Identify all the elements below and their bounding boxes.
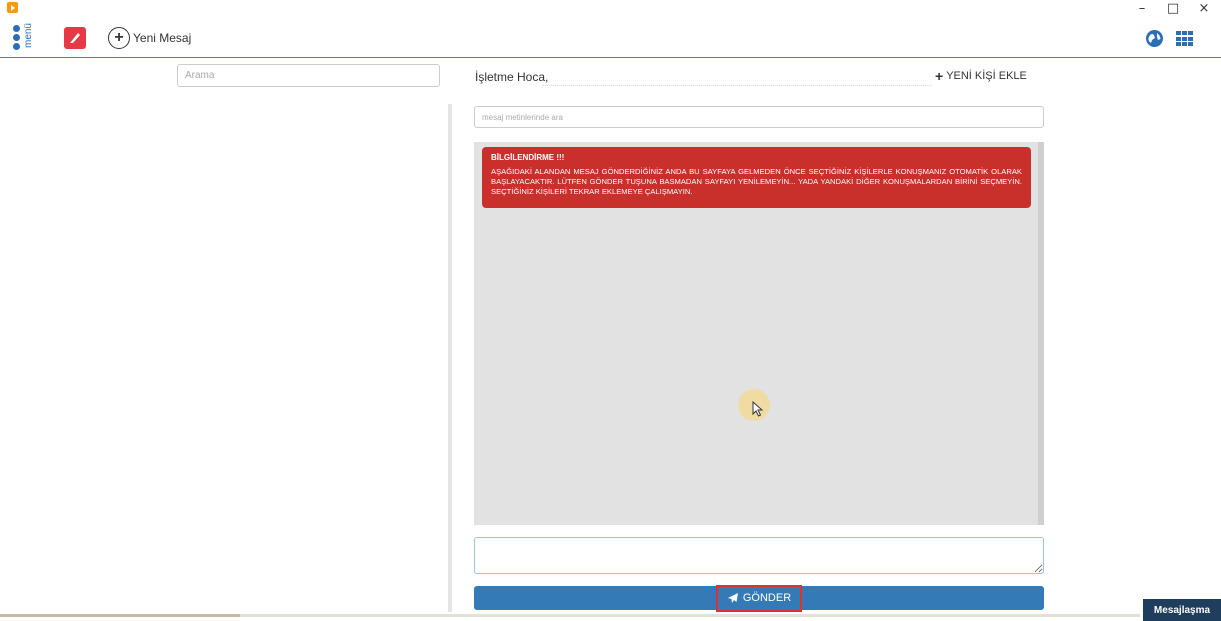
conversation-search-input[interactable] <box>177 64 440 87</box>
top-toolbar: menü + Yeni Mesaj <box>0 18 1221 58</box>
recipient-input-line[interactable] <box>542 85 932 86</box>
plus-icon: + <box>935 68 944 84</box>
plus-circle-icon: + <box>108 27 130 49</box>
panel-divider <box>448 104 452 612</box>
apps-grid-icon[interactable] <box>1176 31 1194 47</box>
paper-plane-icon <box>727 593 738 603</box>
section-tag: Mesajlaşma <box>1143 599 1221 621</box>
send-button[interactable]: GÖNDER <box>474 584 1044 612</box>
bottom-accent <box>0 614 240 617</box>
close-button[interactable]: × <box>1189 0 1219 18</box>
send-button-highlight: GÖNDER <box>715 584 803 612</box>
globe-icon[interactable] <box>1146 30 1163 47</box>
info-alert: BİLGİLENDİRME !!! AŞAĞIDAKİ ALANDAN MESA… <box>482 147 1031 208</box>
add-person-label: YENİ KİŞİ EKLE <box>946 70 1027 82</box>
chat-messages-area: BİLGİLENDİRME !!! AŞAĞIDAKİ ALANDAN MESA… <box>474 142 1044 525</box>
send-label: GÖNDER <box>742 592 792 604</box>
minimize-button[interactable]: – <box>1127 0 1157 18</box>
menu-label: menü <box>23 23 34 49</box>
menu-dot <box>13 34 20 41</box>
add-person-button[interactable]: + YENİ KİŞİ EKLE <box>935 68 1027 84</box>
new-message-button[interactable]: + Yeni Mesaj <box>108 27 191 49</box>
menu-button[interactable]: menü <box>10 22 38 54</box>
message-search-input[interactable] <box>474 106 1044 128</box>
message-compose-input[interactable] <box>474 537 1044 574</box>
new-message-label: Yeni Mesaj <box>133 31 192 45</box>
mouse-cursor-icon <box>752 401 764 417</box>
app-logo-icon[interactable] <box>64 27 86 49</box>
alert-body: AŞAĞIDAKİ ALANDAN MESAJ GÖNDERDİĞİNİZ AN… <box>491 167 1022 196</box>
menu-dot <box>13 43 20 50</box>
alert-title: BİLGİLENDİRME !!! <box>491 153 565 162</box>
menu-icon <box>13 25 20 32</box>
recipient-name: İşletme Hoca, <box>475 70 549 84</box>
maximize-button[interactable]: □ <box>1158 0 1188 18</box>
window-titlebar: – □ × <box>0 0 1221 18</box>
chat-scrollbar[interactable] <box>1038 142 1044 525</box>
app-icon <box>7 2 18 13</box>
